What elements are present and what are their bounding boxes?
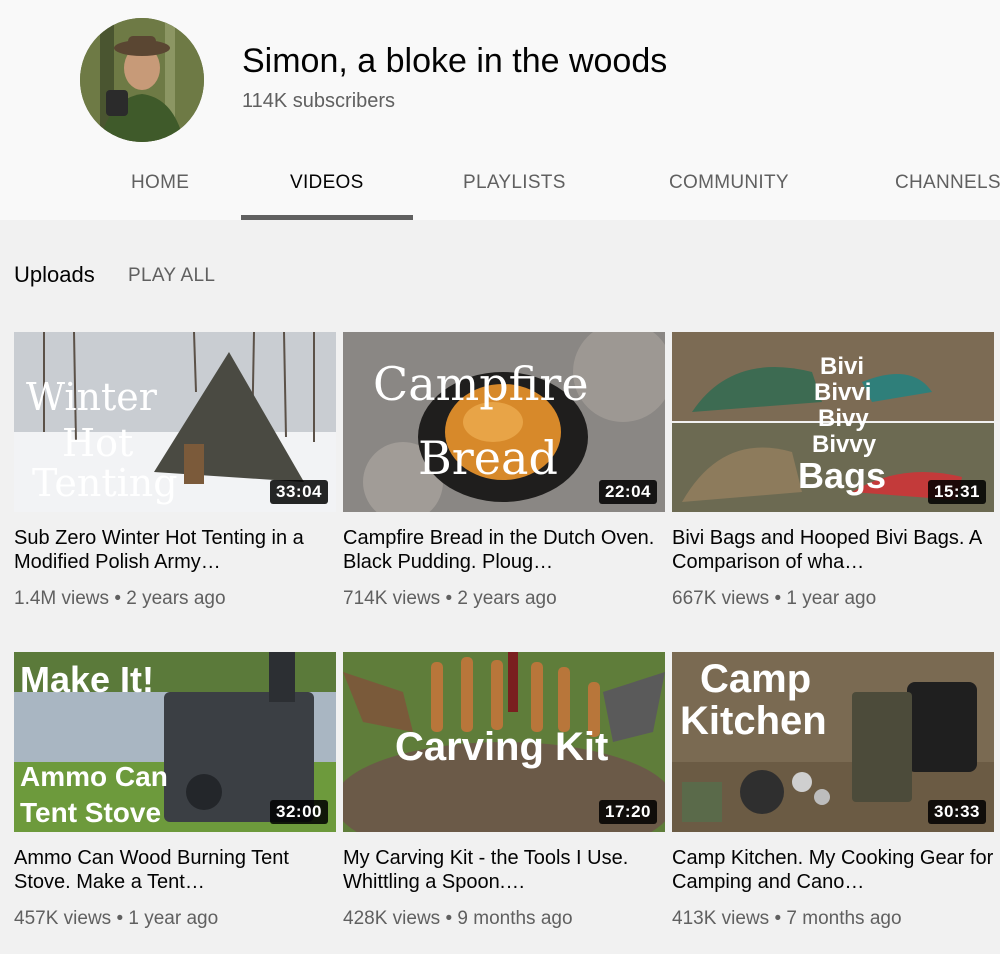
thumb-text: Camp [700,657,811,701]
tab-playlists[interactable]: PLAYLISTS [463,172,566,194]
upload-age: 1 year ago [128,908,219,929]
view-count: 457K views [14,908,112,929]
video-meta: 428K views • 9 months ago [343,908,665,930]
video-thumbnail[interactable]: Winter Hot Tenting 33:04 [14,332,336,512]
video-card[interactable]: Campfire Bread 22:04 Campfire Bread in t… [343,332,665,610]
video-meta: 457K views • 1 year ago [14,908,336,930]
video-card[interactable]: Bivi Bivvi Bivy Bivvy Bags 15:31 Bivi Ba… [672,332,994,610]
thumb-text: Bivvi [814,379,871,406]
video-thumbnail[interactable]: Bivi Bivvi Bivy Bivvy Bags 15:31 [672,332,994,512]
video-duration: 30:33 [928,800,986,824]
meta-separator: • [116,908,124,929]
meta-separator: • [774,588,782,609]
thumb-text: Bags [798,455,886,496]
thumb-text: Make It! [20,659,154,700]
tab-community[interactable]: COMMUNITY [669,172,789,194]
thumb-text: Winter [26,375,158,419]
video-duration: 15:31 [928,480,986,504]
view-count: 413K views [672,908,770,929]
thumb-text: Tent Stove [20,797,161,828]
view-count: 1.4M views [14,588,110,609]
thumb-text: Bivi [820,353,864,380]
upload-age: 1 year ago [786,588,877,609]
tab-home[interactable]: HOME [131,172,189,194]
channel-name: Simon, a bloke in the woods [242,42,668,80]
view-count: 667K views [672,588,770,609]
channel-tabs: HOME VIDEOS PLAYLISTS COMMUNITY CHANNELS [0,150,1000,220]
thumb-text: Bivvy [812,431,877,458]
thumb-text: Kitchen [680,699,827,743]
video-title[interactable]: Sub Zero Winter Hot Tenting in a Modifie… [14,526,336,574]
view-count: 714K views [343,588,441,609]
video-card[interactable]: Camp Kitchen 30:33 Camp Kitchen. My Cook… [672,652,994,930]
video-meta: 714K views • 2 years ago [343,588,665,610]
video-meta: 413K views • 7 months ago [672,908,994,930]
thumb-text: Carving Kit [395,725,608,769]
video-meta: 1.4M views • 2 years ago [14,588,336,610]
video-duration: 22:04 [599,480,657,504]
section-title: Uploads [14,262,95,287]
upload-age: 2 years ago [126,588,226,609]
video-duration: 17:20 [599,800,657,824]
thumb-text: Tenting [32,461,178,505]
thumb-text: Bivy [818,405,869,432]
video-thumbnail[interactable]: Make It! Ammo Can Tent Stove 32:00 [14,652,336,832]
upload-age: 7 months ago [786,908,902,929]
video-title[interactable]: My Carving Kit - the Tools I Use. Whittl… [343,846,665,894]
meta-separator: • [774,908,782,929]
video-meta: 667K views • 1 year ago [672,588,994,610]
tab-channels[interactable]: CHANNELS [895,172,1000,194]
subscriber-count: 114K subscribers [242,90,396,112]
active-tab-indicator [241,215,413,220]
video-thumbnail[interactable]: Camp Kitchen 30:33 [672,652,994,832]
video-title[interactable]: Camp Kitchen. My Cooking Gear for Campin… [672,846,994,894]
meta-separator: • [114,588,121,609]
video-title[interactable]: Bivi Bags and Hooped Bivi Bags. A Compar… [672,526,994,574]
video-card[interactable]: Winter Hot Tenting 33:04 Sub Zero Winter… [14,332,336,610]
video-duration: 33:04 [270,480,328,504]
upload-age: 9 months ago [457,908,573,929]
video-card[interactable]: Carving Kit 17:20 My Carving Kit - the T… [343,652,665,930]
upload-age: 2 years ago [457,588,557,609]
video-thumbnail[interactable]: Carving Kit 17:20 [343,652,665,832]
view-count: 428K views [343,908,441,929]
meta-separator: • [445,908,453,929]
video-card[interactable]: Make It! Ammo Can Tent Stove 32:00 Ammo … [14,652,336,930]
video-thumbnail[interactable]: Campfire Bread 22:04 [343,332,665,512]
thumb-text: Ammo Can [20,761,168,792]
meta-separator: • [445,588,453,609]
thumb-text: Hot [62,421,133,465]
video-title[interactable]: Campfire Bread in the Dutch Oven. Black … [343,526,665,574]
tab-videos[interactable]: VIDEOS [290,172,364,194]
thumb-text: Campfire [373,357,589,411]
avatar-image [80,18,204,142]
video-title[interactable]: Ammo Can Wood Burning Tent Stove. Make a… [14,846,336,894]
play-all-button[interactable]: PLAY ALL [128,265,215,287]
channel-avatar[interactable] [80,18,204,142]
thumb-text: Bread [418,431,558,485]
channel-header: Simon, a bloke in the woods 114K subscri… [0,0,1000,220]
video-duration: 32:00 [270,800,328,824]
